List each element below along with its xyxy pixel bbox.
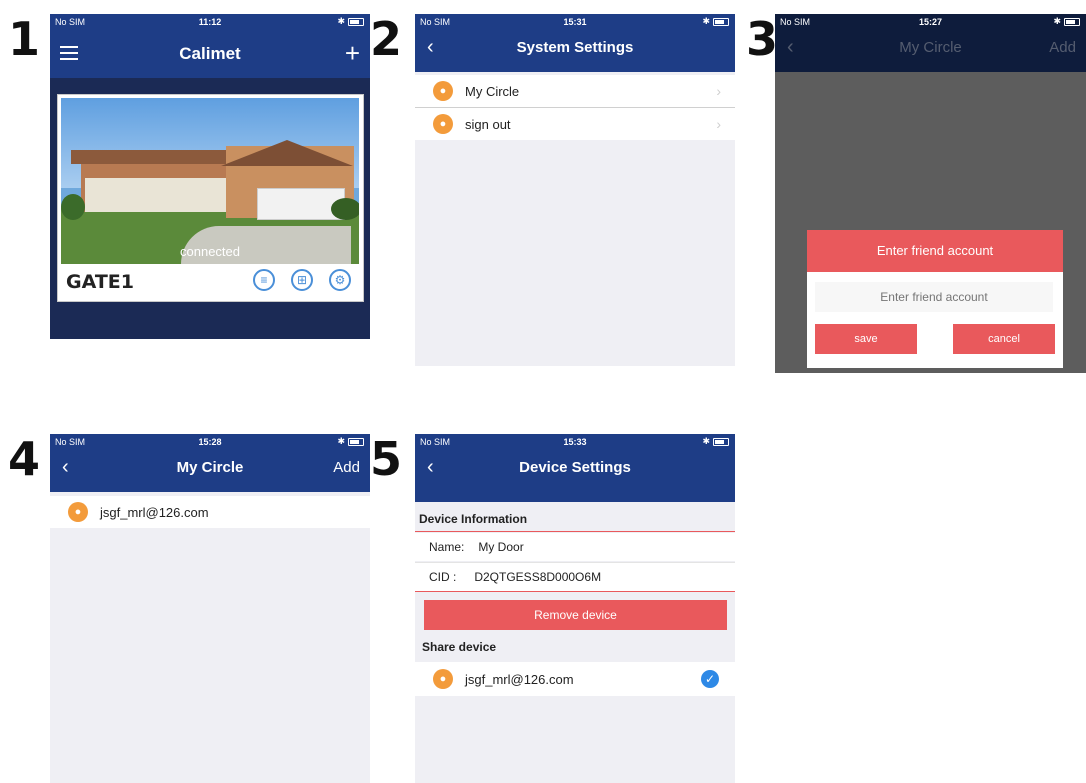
friend-list-item[interactable]: ● jsgf_mrl@126.com bbox=[50, 496, 370, 528]
dialog-title: Enter friend account bbox=[807, 230, 1063, 272]
battery-icon bbox=[1064, 17, 1080, 26]
bluetooth-icon: ✱ bbox=[702, 16, 710, 26]
connection-status: connected bbox=[180, 244, 240, 259]
menu-item-sign-out[interactable]: ● sign out › bbox=[415, 108, 735, 140]
name-value: My Door bbox=[478, 540, 524, 554]
device-card[interactable]: connected GATE1 ≡ ⊞ ⚙ bbox=[57, 94, 364, 302]
screen-device-list: No SIM 11:12 ✱ Calimet + connected GATE1… bbox=[50, 14, 370, 339]
menu-item-label: sign out bbox=[465, 116, 511, 132]
chevron-right-icon: › bbox=[716, 83, 721, 99]
status-bar: No SIM 15:33 ✱ bbox=[415, 434, 735, 450]
person-icon: ● bbox=[433, 114, 453, 134]
status-bar: No SIM 15:31 ✱ bbox=[415, 14, 735, 30]
page-title: Device Settings bbox=[519, 459, 631, 476]
status-time: 15:28 bbox=[198, 437, 222, 447]
bluetooth-icon: ✱ bbox=[1053, 16, 1061, 26]
status-bar: No SIM 15:28 ✱ bbox=[50, 434, 370, 450]
camera-preview-image[interactable]: connected bbox=[61, 98, 359, 264]
battery-icon bbox=[348, 437, 364, 446]
person-icon: ● bbox=[433, 669, 453, 689]
add-device-icon[interactable]: + bbox=[345, 40, 360, 66]
step-number-2: 2 bbox=[370, 12, 403, 66]
friend-account-label: jsgf_mrl@126.com bbox=[100, 504, 209, 520]
screen-add-friend-dialog: No SIM 15:27 ✱ ‹ My Circle Add Enter fri… bbox=[775, 14, 1086, 373]
remove-device-button[interactable]: Remove device bbox=[424, 600, 727, 630]
cid-label: CID : bbox=[429, 570, 457, 584]
step-number-5: 5 bbox=[370, 432, 403, 486]
bluetooth-icon: ✱ bbox=[702, 436, 710, 446]
section-device-information: Device Information bbox=[419, 512, 528, 526]
settings-gear-icon[interactable]: ⚙ bbox=[329, 269, 351, 291]
step-number-4: 4 bbox=[8, 432, 41, 486]
cancel-button[interactable]: cancel bbox=[953, 324, 1055, 354]
menu-item-label: My Circle bbox=[465, 83, 520, 99]
friend-dialog: Enter friend account save cancel bbox=[807, 230, 1063, 368]
status-time: 15:33 bbox=[563, 437, 587, 447]
device-cid-row: CID : D2QTGESS8D000O6M bbox=[415, 562, 735, 591]
device-name-row[interactable]: Name: My Door bbox=[415, 533, 735, 561]
battery-icon bbox=[713, 17, 729, 26]
page-title: My Circle bbox=[899, 39, 962, 56]
device-name: GATE1 bbox=[66, 271, 134, 293]
checkmark-icon[interactable]: ✓ bbox=[701, 670, 719, 688]
section-share-device: Share device bbox=[422, 640, 497, 654]
step-number-1: 1 bbox=[8, 12, 41, 66]
cid-value: D2QTGESS8D000O6M bbox=[474, 570, 602, 584]
battery-icon bbox=[713, 437, 729, 446]
screen-system-settings: No SIM 15:31 ✱ ‹ System Settings ● My Ci… bbox=[415, 14, 735, 366]
share-friend-item[interactable]: ● jsgf_mrl@126.com ✓ bbox=[415, 662, 735, 696]
album-icon[interactable]: ⊞ bbox=[291, 269, 313, 291]
status-bar: No SIM 11:12 ✱ bbox=[50, 14, 370, 30]
status-time: 11:12 bbox=[198, 17, 222, 27]
bluetooth-icon: ✱ bbox=[337, 436, 345, 446]
friend-account-input[interactable] bbox=[815, 282, 1053, 312]
group-icon: ● bbox=[433, 81, 453, 101]
screen-device-settings: No SIM 15:33 ✱ ‹ Device Settings Device … bbox=[415, 434, 735, 783]
status-time: 15:31 bbox=[563, 17, 587, 27]
playback-icon[interactable]: ≡ bbox=[253, 269, 275, 291]
status-bar: No SIM 15:27 ✱ bbox=[775, 14, 1086, 30]
status-time: 15:27 bbox=[918, 17, 943, 27]
app-title: Calimet bbox=[179, 44, 241, 63]
page-title: System Settings bbox=[516, 39, 634, 56]
person-icon: ● bbox=[68, 502, 88, 522]
save-button[interactable]: save bbox=[815, 324, 917, 354]
menu-item-my-circle[interactable]: ● My Circle › bbox=[415, 75, 735, 108]
step-number-3: 3 bbox=[746, 12, 779, 66]
screen-my-circle: No SIM 15:28 ✱ ‹ My Circle Add ● jsgf_mr… bbox=[50, 434, 370, 783]
share-friend-label: jsgf_mrl@126.com bbox=[465, 671, 574, 687]
page-title: My Circle bbox=[176, 459, 244, 476]
name-label: Name: bbox=[429, 540, 465, 554]
chevron-right-icon: › bbox=[716, 116, 721, 132]
bluetooth-icon: ✱ bbox=[337, 16, 345, 26]
add-button[interactable]: Add bbox=[1049, 39, 1076, 56]
battery-icon bbox=[348, 17, 364, 26]
add-button[interactable]: Add bbox=[333, 459, 360, 476]
